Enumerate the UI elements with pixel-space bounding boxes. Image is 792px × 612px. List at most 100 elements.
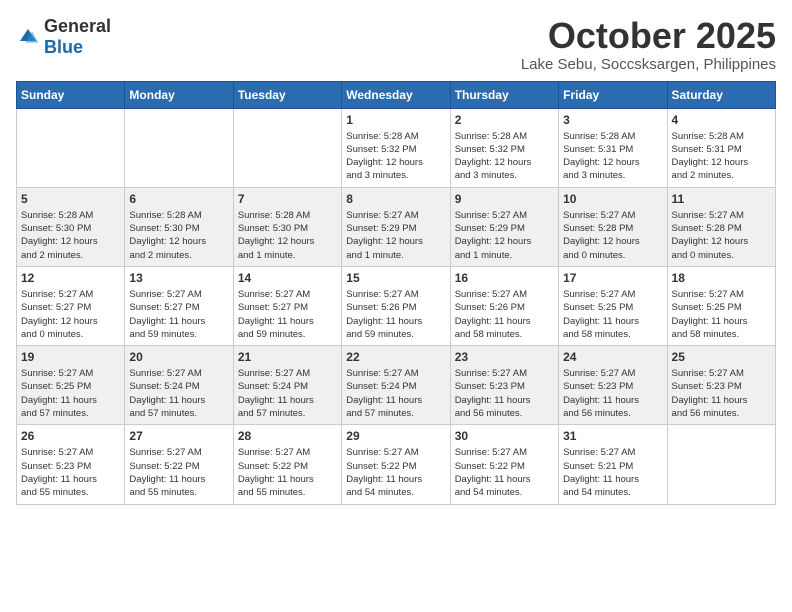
logo-blue: Blue (44, 37, 83, 57)
day-info: Sunrise: 5:27 AM Sunset: 5:23 PM Dayligh… (21, 446, 120, 499)
day-info: Sunrise: 5:27 AM Sunset: 5:26 PM Dayligh… (455, 288, 554, 341)
day-info: Sunrise: 5:27 AM Sunset: 5:28 PM Dayligh… (563, 209, 662, 262)
day-number: 6 (129, 192, 228, 206)
calendar-cell: 24 Sunrise: 5:27 AM Sunset: 5:23 PM Dayli… (559, 346, 667, 425)
day-number: 20 (129, 350, 228, 364)
day-info: Sunrise: 5:27 AM Sunset: 5:21 PM Dayligh… (563, 446, 662, 499)
month-title: October 2025 (521, 16, 776, 56)
week-row-4: 19 Sunrise: 5:27 AM Sunset: 5:25 PM Dayli… (17, 346, 776, 425)
day-info: Sunrise: 5:27 AM Sunset: 5:25 PM Dayligh… (563, 288, 662, 341)
day-info: Sunrise: 5:27 AM Sunset: 5:25 PM Dayligh… (21, 367, 120, 420)
calendar-cell: 10 Sunrise: 5:27 AM Sunset: 5:28 PM Dayli… (559, 187, 667, 266)
calendar-cell: 20Sunrise: 5:27 AM Sunset: 5:24 PM Dayli… (125, 346, 233, 425)
day-info: Sunrise: 5:27 AM Sunset: 5:23 PM Dayligh… (563, 367, 662, 420)
calendar-cell: 3 Sunrise: 5:28 AM Sunset: 5:31 PM Daylig… (559, 108, 667, 187)
day-number: 26 (21, 429, 120, 443)
day-info: Sunrise: 5:27 AM Sunset: 5:29 PM Dayligh… (346, 209, 445, 262)
calendar-cell: 2 Sunrise: 5:28 AM Sunset: 5:32 PM Daylig… (450, 108, 558, 187)
day-number: 31 (563, 429, 662, 443)
calendar-cell: 29 Sunrise: 5:27 AM Sunset: 5:22 PM Dayli… (342, 425, 450, 504)
day-number: 1 (346, 113, 445, 127)
day-info: Sunrise: 5:27 AM Sunset: 5:27 PM Dayligh… (21, 288, 120, 341)
weekday-header-tuesday: Tuesday (233, 81, 341, 108)
day-number: 16 (455, 271, 554, 285)
day-info: Sunrise: 5:28 AM Sunset: 5:30 PM Dayligh… (129, 209, 228, 262)
day-number: 10 (563, 192, 662, 206)
day-number: 11 (672, 192, 771, 206)
calendar-cell: 12 Sunrise: 5:27 AM Sunset: 5:27 PM Dayli… (17, 266, 125, 345)
calendar-cell (17, 108, 125, 187)
day-number: 12 (21, 271, 120, 285)
day-number: 24 (563, 350, 662, 364)
day-info: Sunrise: 5:27 AM Sunset: 5:24 PM Dayligh… (238, 367, 337, 420)
weekday-header-monday: Monday (125, 81, 233, 108)
day-info: Sunrise: 5:27 AM Sunset: 5:22 PM Dayligh… (455, 446, 554, 499)
day-number: 13 (129, 271, 228, 285)
day-number: 27 (129, 429, 228, 443)
day-info: Sunrise: 5:28 AM Sunset: 5:32 PM Dayligh… (455, 130, 554, 183)
day-number: 29 (346, 429, 445, 443)
calendar-cell: 6 Sunrise: 5:28 AM Sunset: 5:30 PM Daylig… (125, 187, 233, 266)
day-info: Sunrise: 5:27 AM Sunset: 5:25 PM Dayligh… (672, 288, 771, 341)
day-info: Sunrise: 5:28 AM Sunset: 5:30 PM Dayligh… (238, 209, 337, 262)
logo-icon (16, 25, 40, 49)
day-number: 14 (238, 271, 337, 285)
calendar-cell: 9Sunrise: 5:27 AM Sunset: 5:29 PM Daylig… (450, 187, 558, 266)
calendar-cell: 26 Sunrise: 5:27 AM Sunset: 5:23 PM Dayli… (17, 425, 125, 504)
calendar-cell: 27Sunrise: 5:27 AM Sunset: 5:22 PM Dayli… (125, 425, 233, 504)
weekday-header-saturday: Saturday (667, 81, 775, 108)
day-info: Sunrise: 5:27 AM Sunset: 5:29 PM Dayligh… (455, 209, 554, 262)
calendar-cell: 25 Sunrise: 5:27 AM Sunset: 5:23 PM Dayli… (667, 346, 775, 425)
location-title: Lake Sebu, Soccsksargen, Philippines (521, 56, 776, 73)
day-number: 7 (238, 192, 337, 206)
day-info: Sunrise: 5:27 AM Sunset: 5:23 PM Dayligh… (455, 367, 554, 420)
calendar-cell: 31 Sunrise: 5:27 AM Sunset: 5:21 PM Dayli… (559, 425, 667, 504)
calendar-cell (125, 108, 233, 187)
calendar-cell: 22 Sunrise: 5:27 AM Sunset: 5:24 PM Dayli… (342, 346, 450, 425)
logo-general: General (44, 16, 111, 36)
day-number: 5 (21, 192, 120, 206)
day-number: 23 (455, 350, 554, 364)
calendar-cell: 23 Sunrise: 5:27 AM Sunset: 5:23 PM Dayli… (450, 346, 558, 425)
calendar-cell: 8Sunrise: 5:27 AM Sunset: 5:29 PM Daylig… (342, 187, 450, 266)
day-number: 21 (238, 350, 337, 364)
calendar-cell: 14Sunrise: 5:27 AM Sunset: 5:27 PM Dayli… (233, 266, 341, 345)
day-number: 3 (563, 113, 662, 127)
day-number: 15 (346, 271, 445, 285)
calendar-cell: 13 Sunrise: 5:27 AM Sunset: 5:27 PM Dayli… (125, 266, 233, 345)
calendar-cell: 11 Sunrise: 5:27 AM Sunset: 5:28 PM Dayli… (667, 187, 775, 266)
calendar-cell: 15 Sunrise: 5:27 AM Sunset: 5:26 PM Dayli… (342, 266, 450, 345)
day-number: 22 (346, 350, 445, 364)
calendar-cell: 1 Sunrise: 5:28 AM Sunset: 5:32 PM Daylig… (342, 108, 450, 187)
calendar-cell: 30 Sunrise: 5:27 AM Sunset: 5:22 PM Dayli… (450, 425, 558, 504)
weekday-header-wednesday: Wednesday (342, 81, 450, 108)
calendar-cell: 4Sunrise: 5:28 AM Sunset: 5:31 PM Daylig… (667, 108, 775, 187)
weekday-header-sunday: Sunday (17, 81, 125, 108)
day-number: 30 (455, 429, 554, 443)
weekday-header-row: SundayMondayTuesdayWednesdayThursdayFrid… (17, 81, 776, 108)
day-info: Sunrise: 5:28 AM Sunset: 5:32 PM Dayligh… (346, 130, 445, 183)
header: General Blue October 2025 Lake Sebu, Soc… (16, 16, 776, 73)
calendar-cell (667, 425, 775, 504)
day-info: Sunrise: 5:28 AM Sunset: 5:30 PM Dayligh… (21, 209, 120, 262)
logo-text: General Blue (44, 16, 111, 58)
day-info: Sunrise: 5:27 AM Sunset: 5:23 PM Dayligh… (672, 367, 771, 420)
day-info: Sunrise: 5:27 AM Sunset: 5:24 PM Dayligh… (346, 367, 445, 420)
calendar-cell: 19 Sunrise: 5:27 AM Sunset: 5:25 PM Dayli… (17, 346, 125, 425)
calendar: SundayMondayTuesdayWednesdayThursdayFrid… (16, 81, 776, 505)
day-number: 25 (672, 350, 771, 364)
calendar-cell: 18Sunrise: 5:27 AM Sunset: 5:25 PM Dayli… (667, 266, 775, 345)
calendar-cell (233, 108, 341, 187)
day-number: 4 (672, 113, 771, 127)
week-row-5: 26 Sunrise: 5:27 AM Sunset: 5:23 PM Dayli… (17, 425, 776, 504)
day-info: Sunrise: 5:27 AM Sunset: 5:27 PM Dayligh… (129, 288, 228, 341)
day-info: Sunrise: 5:27 AM Sunset: 5:26 PM Dayligh… (346, 288, 445, 341)
calendar-cell: 21 Sunrise: 5:27 AM Sunset: 5:24 PM Dayli… (233, 346, 341, 425)
day-number: 19 (21, 350, 120, 364)
day-info: Sunrise: 5:27 AM Sunset: 5:28 PM Dayligh… (672, 209, 771, 262)
weekday-header-thursday: Thursday (450, 81, 558, 108)
day-info: Sunrise: 5:28 AM Sunset: 5:31 PM Dayligh… (563, 130, 662, 183)
week-row-1: 1 Sunrise: 5:28 AM Sunset: 5:32 PM Daylig… (17, 108, 776, 187)
day-number: 2 (455, 113, 554, 127)
day-info: Sunrise: 5:27 AM Sunset: 5:22 PM Dayligh… (346, 446, 445, 499)
